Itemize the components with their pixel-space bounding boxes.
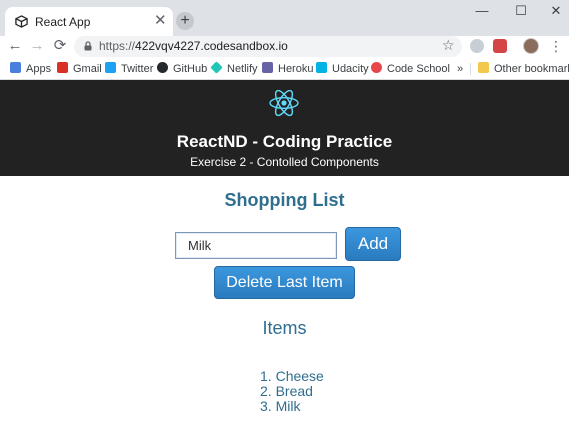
netlify-icon xyxy=(210,61,223,74)
twitter-icon xyxy=(105,62,116,73)
other-bookmarks-label: Other bookmarks xyxy=(494,63,569,75)
profile-avatar[interactable] xyxy=(523,38,539,54)
browser-tab[interactable]: React App ✕ xyxy=(5,7,173,36)
bookmarks-bar: Apps Gmail Twitter GitHub Netlify Heroku… xyxy=(0,58,569,80)
bookmark-label: Udacity xyxy=(332,63,369,75)
browser-menu-icon[interactable]: ⋮ xyxy=(549,37,563,55)
code-school-icon xyxy=(371,62,382,73)
bookmark-apps[interactable]: Apps xyxy=(10,61,51,77)
lock-icon xyxy=(84,41,92,51)
browser-titlebar: React App ✕ + — ☐ ✕ xyxy=(0,0,569,36)
url-scheme: https:// xyxy=(99,39,136,53)
github-icon xyxy=(157,62,168,73)
bookmark-label: Apps xyxy=(26,63,52,75)
bookmark-label: Code School xyxy=(387,63,450,75)
list-item-label: Cheese xyxy=(275,368,324,384)
window-maximize-icon[interactable]: ☐ xyxy=(511,4,531,18)
bookmark-label: Twitter xyxy=(121,63,154,75)
folder-icon xyxy=(478,62,489,73)
heroku-icon xyxy=(262,62,273,73)
shopping-list-heading: Shopping List xyxy=(224,190,345,210)
browser-toolbar: ← → ⟳ https://422vqv4227.codesandbox.io … xyxy=(0,36,569,58)
bookmark-label: Heroku xyxy=(278,63,314,75)
url-text: https://422vqv4227.codesandbox.io xyxy=(99,39,288,53)
bookmark-twitter[interactable]: Twitter xyxy=(105,61,153,77)
bookmark-label: Netlify xyxy=(227,63,258,75)
items-heading: Items xyxy=(262,318,307,338)
app-subtitle: Exercise 2 - Contolled Components xyxy=(190,155,379,169)
bookmark-github[interactable]: GitHub xyxy=(157,61,207,77)
bookmark-udacity[interactable]: Udacity xyxy=(316,61,369,77)
bookmarks-divider xyxy=(470,63,471,75)
codesandbox-favicon-icon xyxy=(15,15,28,28)
bookmark-label: Gmail xyxy=(73,63,102,75)
forward-arrow-icon[interactable]: → xyxy=(28,37,46,55)
app-header: ReactND - Coding Practice Exercise 2 - C… xyxy=(0,80,569,176)
list-item: 3. Milk xyxy=(260,398,301,414)
app-title: ReactND - Coding Practice xyxy=(176,132,393,151)
reload-icon[interactable]: ⟳ xyxy=(51,37,69,55)
items-list: 1. Cheese 2. Bread 3. Milk xyxy=(260,369,324,414)
extension-icon[interactable] xyxy=(470,39,484,53)
tab-title: React App xyxy=(35,15,91,29)
add-button[interactable]: Add xyxy=(345,227,401,261)
window-minimize-icon[interactable]: — xyxy=(472,4,492,18)
address-bar[interactable]: https://422vqv4227.codesandbox.io ☆ xyxy=(74,36,462,57)
tab-close-icon[interactable]: ✕ xyxy=(154,13,167,28)
list-item-label: Bread xyxy=(275,383,313,399)
bookmark-gmail[interactable]: Gmail xyxy=(57,61,102,77)
bookmarks-overflow-icon[interactable]: » xyxy=(457,61,463,77)
other-bookmarks[interactable]: Other bookmarks xyxy=(478,61,569,77)
apps-grid-icon xyxy=(10,62,21,73)
item-input[interactable] xyxy=(175,232,337,259)
gmail-icon xyxy=(57,62,68,73)
delete-last-item-button[interactable]: Delete Last Item xyxy=(214,266,355,299)
react-logo-icon xyxy=(269,89,299,117)
bookmark-code-school[interactable]: Code School xyxy=(371,61,450,77)
extension-red-icon[interactable] xyxy=(493,39,507,53)
bookmark-label: GitHub xyxy=(173,63,208,75)
udacity-icon xyxy=(316,62,327,73)
list-item-label: Milk xyxy=(275,398,301,414)
back-arrow-icon[interactable]: ← xyxy=(6,37,24,55)
url-host: 422vqv4227.codesandbox.io xyxy=(135,39,288,53)
bookmark-star-icon[interactable]: ☆ xyxy=(442,37,455,54)
bookmark-netlify[interactable]: Netlify xyxy=(210,61,258,77)
bookmark-heroku[interactable]: Heroku xyxy=(262,61,313,77)
list-item: 1. Cheese xyxy=(260,368,324,384)
window-close-icon[interactable]: ✕ xyxy=(546,4,566,18)
list-item: 2. Bread xyxy=(260,383,313,399)
new-tab-icon[interactable]: + xyxy=(176,12,194,30)
